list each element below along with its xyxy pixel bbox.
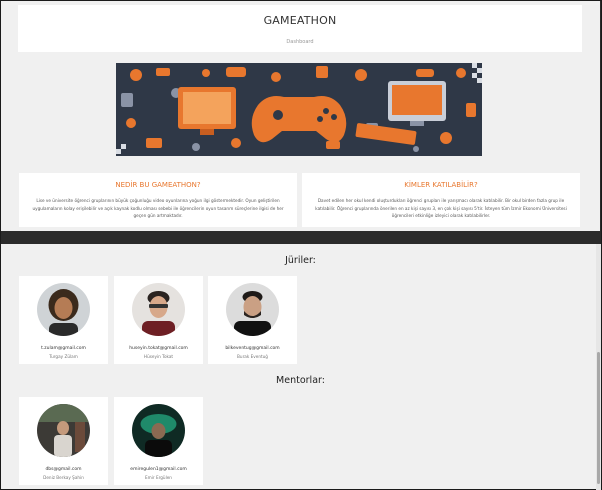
breadcrumb[interactable]: Dashboard bbox=[18, 39, 582, 45]
card-title: NEDİR BU GAMEATHON? bbox=[115, 181, 201, 189]
jury-card: bilkeventug@gmail.com Burak Eventuğ bbox=[208, 276, 297, 364]
juries-title: Jüriler: bbox=[285, 255, 316, 266]
gameathon-banner-image bbox=[116, 63, 482, 156]
avatar bbox=[132, 404, 185, 457]
person-email[interactable]: dbs@gmail.com bbox=[19, 467, 108, 472]
jury-card: huseyin.tokat@gmail.com Hüseyin Tokat bbox=[114, 276, 203, 364]
bottom-section: Jüriler: t.zulam@gmail.com Turgay Zülam … bbox=[1, 244, 600, 489]
mentors-title: Mentorlar: bbox=[276, 375, 325, 386]
avatar bbox=[132, 283, 185, 336]
person-email[interactable]: emiregulen1@gmail.com bbox=[114, 467, 203, 472]
card-text: Davet edilen her okul kendi oluşturdukla… bbox=[315, 198, 567, 218]
page-title: GAMEATHON bbox=[263, 14, 337, 27]
avatar bbox=[37, 404, 90, 457]
scrollbar-thumb[interactable] bbox=[597, 352, 600, 484]
jury-card: t.zulam@gmail.com Turgay Zülam bbox=[19, 276, 108, 364]
card-text: Lise ve üniversite öğrenci gruplarının b… bbox=[32, 198, 284, 218]
person-name: Deniz Berkay Şahin bbox=[43, 475, 84, 480]
info-card-what-is: NEDİR BU GAMEATHON? Lise ve üniversite ö… bbox=[19, 173, 297, 227]
avatar bbox=[226, 283, 279, 336]
mentor-card: dbs@gmail.com Deniz Berkay Şahin bbox=[19, 397, 108, 485]
page-header: GAMEATHON Dashboard bbox=[18, 5, 582, 52]
person-email[interactable]: t.zulam@gmail.com bbox=[19, 346, 108, 351]
avatar bbox=[37, 283, 90, 336]
person-name: Burak Eventuğ bbox=[237, 354, 268, 359]
mentor-card: emiregulen1@gmail.com Emir Ergülen bbox=[114, 397, 203, 485]
person-name: Hüseyin Tokat bbox=[143, 354, 174, 359]
info-card-who-can-join: KİMLER KATILABİLİR? Davet edilen her oku… bbox=[302, 173, 580, 227]
person-email[interactable]: bilkeventug@gmail.com bbox=[208, 346, 297, 351]
person-email[interactable]: huseyin.tokat@gmail.com bbox=[114, 346, 203, 351]
person-name: Emir Ergülen bbox=[145, 475, 172, 480]
card-title: KİMLER KATILABİLİR? bbox=[404, 181, 478, 189]
person-name: Turgay Zülam bbox=[49, 354, 78, 359]
